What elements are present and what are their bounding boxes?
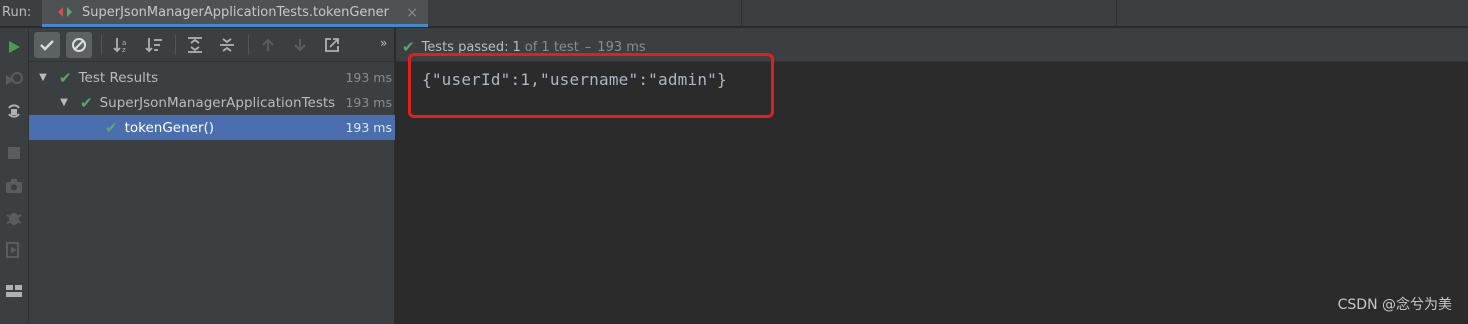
sort-duration-icon[interactable] <box>141 32 167 58</box>
tree-row-test-results[interactable]: ▼ ✔ Test Results 193 ms <box>29 65 395 90</box>
tree-row-time: 193 ms <box>345 95 392 110</box>
svg-text:z: z <box>122 46 126 54</box>
more-actions-icon[interactable]: » <box>380 36 387 50</box>
expand-arrow-icon[interactable]: ▼ <box>37 72 49 83</box>
passed-check-icon: ✔ <box>80 93 93 112</box>
tree-row-time: 193 ms <box>345 70 392 85</box>
collapse-all-icon[interactable] <box>214 32 240 58</box>
passed-check-icon: ✔ <box>59 68 72 87</box>
expand-all-icon[interactable] <box>182 32 208 58</box>
debug-icon[interactable] <box>3 207 25 229</box>
rerun-icon[interactable] <box>3 36 25 58</box>
sort-alpha-icon[interactable]: az <box>109 32 135 58</box>
show-passed-icon[interactable] <box>34 32 60 58</box>
left-toolbar <box>0 28 29 324</box>
tree-row-test-method[interactable]: ✔ tokenGener() 193 ms <box>29 115 395 140</box>
toolbar-separator <box>175 35 176 55</box>
run-tab-bar: Run: SuperJsonManagerApplicationTests.to… <box>0 0 1468 27</box>
exit-icon[interactable] <box>3 239 25 261</box>
tree-row-label: tokenGener() <box>124 119 215 136</box>
watermark: CSDN @念兮为美 <box>1337 297 1452 313</box>
console-output-line: {"userId":1,"username":"admin"} <box>422 70 727 89</box>
tree-row-test-class[interactable]: ▼ ✔ SuperJsonManagerApplicationTests 193… <box>29 90 395 115</box>
console-panel[interactable]: ✔ Tests passed: 1 of 1 test – 193 ms {"u… <box>396 28 1468 324</box>
prev-failed-icon[interactable] <box>255 32 281 58</box>
toolbar-separator <box>101 35 102 55</box>
layout-icon[interactable] <box>3 280 25 302</box>
tab-title: SuperJsonManagerApplicationTests.tokenGe… <box>82 4 390 20</box>
toolbar-separator <box>248 35 249 55</box>
junit-run-icon <box>56 5 74 19</box>
close-icon[interactable]: × <box>406 5 418 21</box>
next-failed-icon[interactable] <box>287 32 313 58</box>
stop-icon[interactable] <box>3 142 25 164</box>
show-ignored-icon[interactable] <box>66 32 92 58</box>
tree-row-label: Test Results <box>78 69 159 86</box>
run-label: Run: <box>2 5 32 20</box>
run-config-tab[interactable]: SuperJsonManagerApplicationTests.tokenGe… <box>42 0 428 27</box>
export-icon[interactable] <box>319 32 345 58</box>
snapshot-icon[interactable] <box>3 175 25 197</box>
tab-separator <box>741 0 742 27</box>
expand-arrow-icon[interactable]: ▼ <box>58 97 70 108</box>
tab-separator <box>1116 0 1117 27</box>
test-tree-panel: az » ▼ ✔ Test Results 193 ms ▼ ✔ SuperJs… <box>29 28 395 324</box>
tree-row-time: 193 ms <box>345 120 392 135</box>
toggle-auto-test-icon[interactable] <box>3 100 25 122</box>
tree-toolbar: az » <box>29 28 395 62</box>
tree-row-label: SuperJsonManagerApplicationTests <box>99 94 336 111</box>
rerun-failed-icon[interactable] <box>3 68 25 90</box>
passed-check-icon: ✔ <box>105 118 118 137</box>
